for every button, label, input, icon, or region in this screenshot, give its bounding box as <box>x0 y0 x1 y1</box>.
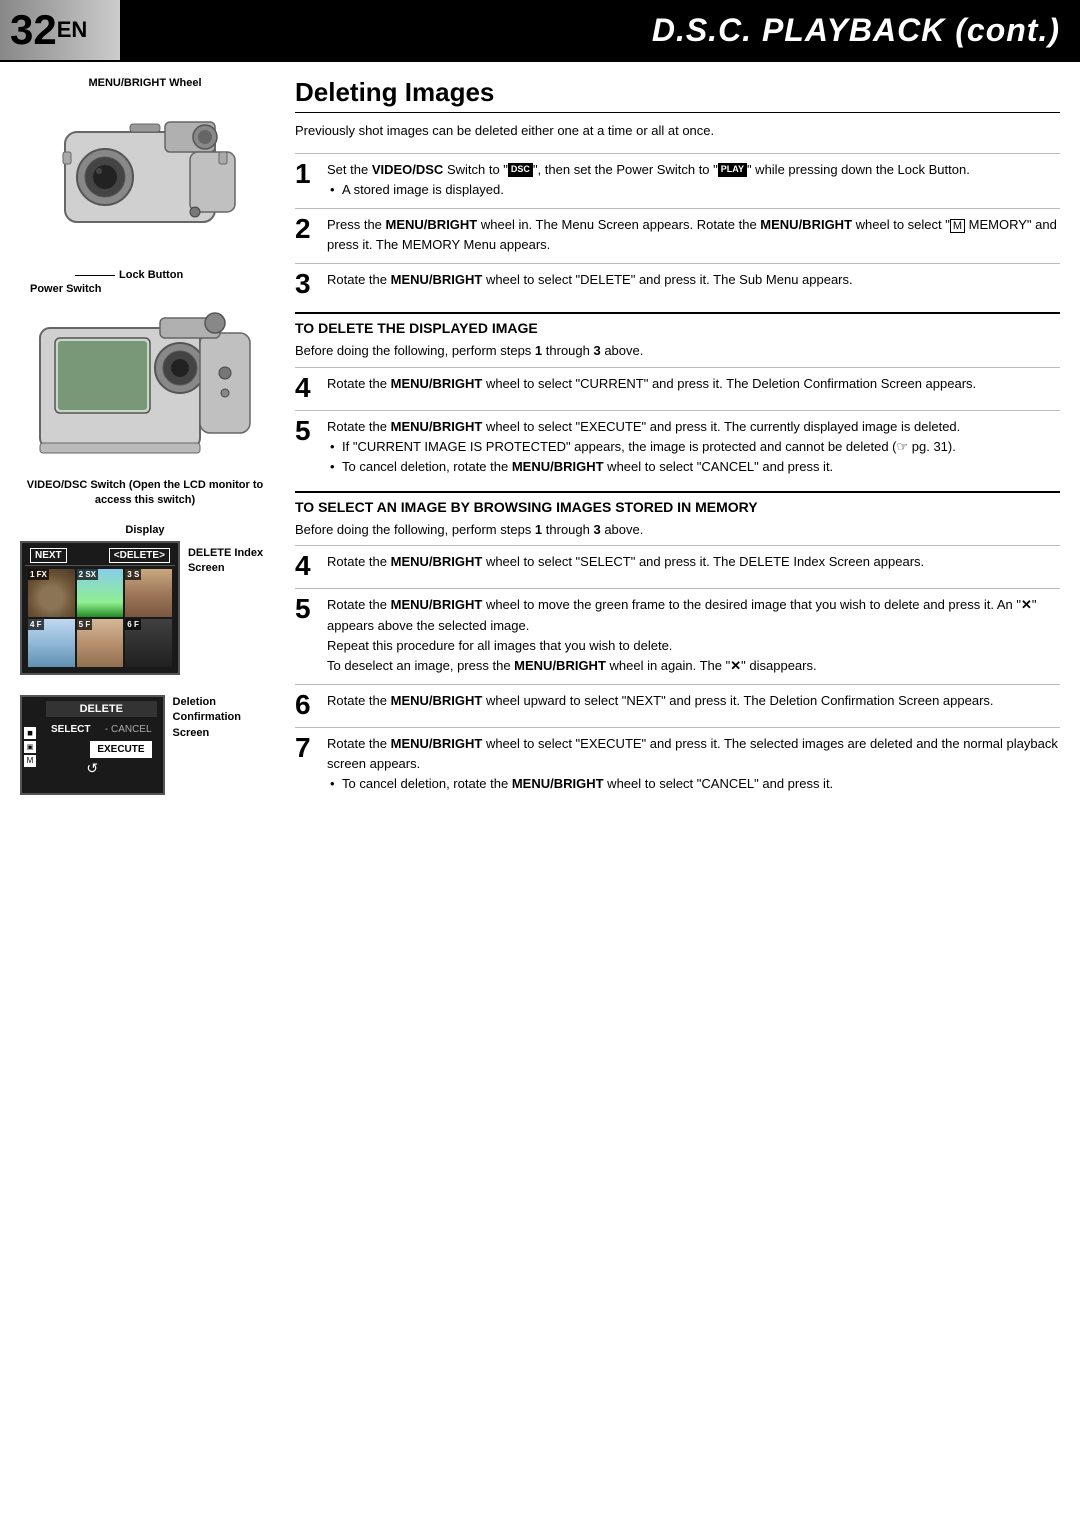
thumbnail-5: 5 F <box>77 619 124 667</box>
lock-button-label: Lock Button <box>119 269 183 281</box>
subsection1-title: To Delete the Displayed Image <box>295 312 1060 336</box>
deletion-confirmation-screen: ◼ ▣ M DELETE SELECT - CANCEL EXECUTE <box>20 695 165 795</box>
thumbnail-grid: 1 FX 2 SX 3 S 4 F <box>25 566 175 670</box>
step-5b-text: Rotate the MENU/BRIGHT wheel to move the… <box>327 595 1060 676</box>
thumb-label-1: 1 FX <box>28 569 49 580</box>
thumb-label-2: 2 SX <box>77 569 98 580</box>
step-3-number: 3 <box>295 270 327 298</box>
play-icon: PLAY <box>718 163 747 177</box>
step-1: 1 Set the VIDEO/DSC Switch to "DSC", the… <box>295 153 1060 200</box>
camera-svg-top <box>35 102 255 262</box>
step-7-number: 7 <box>295 734 327 762</box>
cancel-label: - CANCEL <box>105 724 152 735</box>
delete-index-screen-container: NEXT <DELETE> 1 FX 2 SX 3 S <box>20 541 270 680</box>
thumb-label-4: 4 F <box>28 619 44 630</box>
execute-label: EXECUTE <box>90 741 151 758</box>
step-5b: 5 Rotate the MENU/BRIGHT wheel to move t… <box>295 588 1060 676</box>
step-5a-number: 5 <box>295 417 327 445</box>
step-6-number: 6 <box>295 691 327 719</box>
step-4a-text: Rotate the MENU/BRIGHT wheel to select "… <box>327 374 1060 394</box>
confirmation-content: DELETE SELECT - CANCEL EXECUTE <box>28 701 157 757</box>
step-3: 3 Rotate the MENU/BRIGHT wheel to select… <box>295 263 1060 298</box>
step-5a-bullet-1: If "CURRENT IMAGE IS PROTECTED" appears,… <box>327 439 956 454</box>
display-section-label: Display <box>20 524 270 536</box>
icon-tape: ◼ <box>24 727 36 739</box>
conf-select-row: SELECT - CANCEL <box>51 724 152 735</box>
step-5a: 5 Rotate the MENU/BRIGHT wheel to select… <box>295 410 1060 477</box>
thumbnail-2: 2 SX <box>77 569 124 617</box>
icon-dsc: ▣ <box>24 741 36 753</box>
select-label: SELECT <box>51 724 90 735</box>
step-7: 7 Rotate the MENU/BRIGHT wheel to select… <box>295 727 1060 794</box>
thumb-label-6: 6 F <box>125 619 141 630</box>
dsc-icon: DSC <box>508 163 533 177</box>
step-4a: 4 Rotate the MENU/BRIGHT wheel to select… <box>295 367 1060 402</box>
step-1-bullet: A stored image is displayed. <box>327 182 504 197</box>
step-5a-bullet-2: To cancel deletion, rotate the MENU/BRIG… <box>327 459 833 474</box>
step-5b-number: 5 <box>295 595 327 623</box>
left-column: MENU/BRIGHT Wheel <box>0 62 280 825</box>
subsection2-title: To Select an Image by Browsing Images St… <box>295 491 1060 515</box>
step-2-number: 2 <box>295 215 327 243</box>
step-6-text: Rotate the MENU/BRIGHT wheel upward to s… <box>327 691 1060 711</box>
step-4a-number: 4 <box>295 374 327 402</box>
step-3-text: Rotate the MENU/BRIGHT wheel to select "… <box>327 270 1060 290</box>
page-title: D.S.C. PLAYBACK (cont.) <box>120 0 1080 60</box>
intro-text: Previously shot images can be deleted ei… <box>295 121 1060 141</box>
subsection2-intro: Before doing the following, perform step… <box>295 520 1060 540</box>
sidebar-icons: ◼ ▣ M <box>24 727 36 767</box>
camera-diagram-bottom <box>30 303 260 473</box>
delete-index-screen-label: DELETE Index Screen <box>188 541 270 577</box>
section-title: Deleting Images <box>295 77 1060 113</box>
thumbnail-4: 4 F <box>28 619 75 667</box>
thumbnail-3: 3 S <box>125 569 172 617</box>
thumb-label-5: 5 F <box>77 619 93 630</box>
thumbnail-1: 1 FX <box>28 569 75 617</box>
menu-bright-label: MENU/BRIGHT Wheel <box>20 77 270 89</box>
power-switch-label: Power Switch <box>30 283 270 295</box>
step-1-number: 1 <box>295 160 327 188</box>
delete-index-top-bar: NEXT <DELETE> <box>25 546 175 566</box>
right-column: Deleting Images Previously shot images c… <box>280 62 1080 825</box>
deletion-confirmation-screen-container: ◼ ▣ M DELETE SELECT - CANCEL EXECUTE <box>20 690 270 800</box>
page-header: 32EN D.S.C. PLAYBACK (cont.) <box>0 0 1080 62</box>
step-6: 6 Rotate the MENU/BRIGHT wheel upward to… <box>295 684 1060 719</box>
thumb-label-3: 3 S <box>125 569 141 580</box>
page-number: 32EN <box>0 0 120 60</box>
arrow-indicator: ↺ <box>28 760 157 777</box>
execute-container: EXECUTE <box>51 739 152 755</box>
step-2: 2 Press the MENU/BRIGHT wheel in. The Me… <box>295 208 1060 255</box>
step-2-text: Press the MENU/BRIGHT wheel in. The Menu… <box>327 215 1060 255</box>
camera-diagram-top <box>25 94 265 269</box>
icon-m: M <box>24 755 36 767</box>
next-button-display: NEXT <box>30 548 67 563</box>
step-5a-text: Rotate the MENU/BRIGHT wheel to select "… <box>327 417 1060 477</box>
lock-button-label-container: Lock Button <box>75 269 270 281</box>
delete-button-display: <DELETE> <box>109 548 170 563</box>
main-content: MENU/BRIGHT Wheel <box>0 62 1080 825</box>
conf-screen-bottom: SELECT - CANCEL EXECUTE <box>46 722 157 757</box>
camera-svg-bottom <box>30 303 260 473</box>
step-4b-text: Rotate the MENU/BRIGHT wheel to select "… <box>327 552 1060 572</box>
step-4b-number: 4 <box>295 552 327 580</box>
thumbnail-6: 6 F <box>125 619 172 667</box>
deletion-confirmation-label: Deletion Confirmation Screen <box>173 690 270 741</box>
video-dsc-label: VIDEO/DSC Switch (Open the LCD monitor t… <box>20 478 270 509</box>
confirmation-title: DELETE <box>46 701 157 717</box>
step-7-text: Rotate the MENU/BRIGHT wheel to select "… <box>327 734 1060 794</box>
step-4b: 4 Rotate the MENU/BRIGHT wheel to select… <box>295 545 1060 580</box>
step-1-text: Set the VIDEO/DSC Switch to "DSC", then … <box>327 160 1060 200</box>
delete-index-screen: NEXT <DELETE> 1 FX 2 SX 3 S <box>20 541 180 675</box>
subsection1-intro: Before doing the following, perform step… <box>295 341 1060 361</box>
step-7-bullet: To cancel deletion, rotate the MENU/BRIG… <box>327 776 833 791</box>
